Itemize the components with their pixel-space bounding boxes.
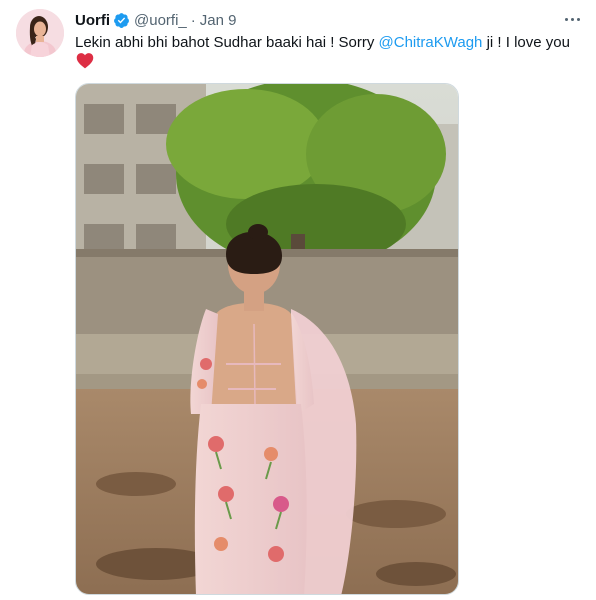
verified-badge-icon bbox=[114, 12, 129, 28]
tweet-text: Lekin abhi bhi bahot Sudhar baaki hai ! … bbox=[75, 33, 575, 53]
tweet-photo[interactable] bbox=[75, 83, 459, 595]
mention-link[interactable]: @ChitraKWagh bbox=[379, 34, 483, 51]
tweet-text-part-1: Lekin abhi bhi bahot Sudhar baaki hai ! … bbox=[75, 34, 379, 51]
author-name[interactable]: Uorfi bbox=[75, 12, 110, 29]
header-separator: · bbox=[190, 11, 196, 29]
tweet-date[interactable]: Jan 9 bbox=[200, 12, 237, 29]
photo-woman-in-pink-saree bbox=[76, 84, 458, 594]
tweet-text-part-2: ji ! I love you bbox=[482, 34, 570, 51]
tweet: Uorfi @uorfi_ · Jan 9 Lekin abhi bhi bah… bbox=[0, 0, 596, 600]
avatar-image bbox=[16, 9, 64, 57]
tweet-header: Uorfi @uorfi_ · Jan 9 bbox=[75, 11, 236, 29]
more-options-icon[interactable] bbox=[560, 8, 584, 30]
author-handle[interactable]: @uorfi_ bbox=[134, 12, 187, 29]
avatar[interactable] bbox=[16, 9, 64, 57]
red-heart-emoji bbox=[76, 53, 94, 69]
